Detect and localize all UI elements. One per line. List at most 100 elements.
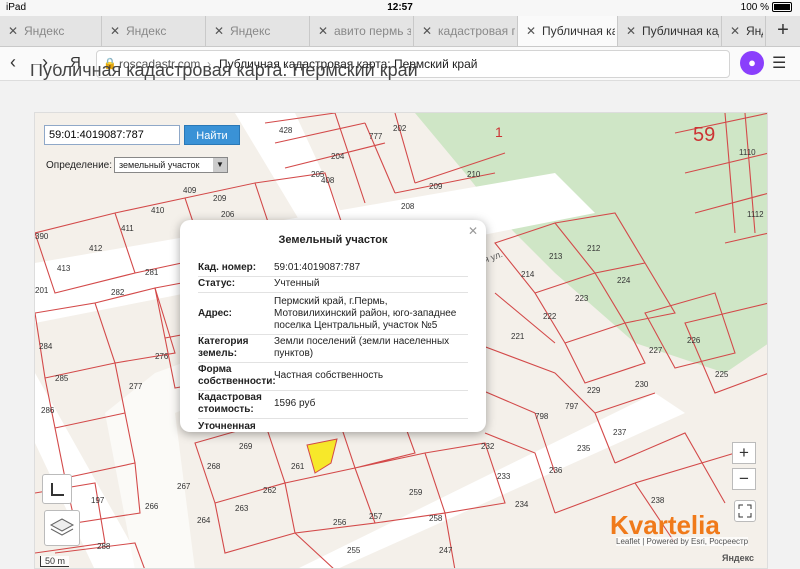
parcel-label: 236 [549,466,563,475]
parcel-label: 276 [155,352,169,361]
parcel-label: 266 [145,502,159,511]
info-row: Форма собственности: Частная собственност… [198,364,468,391]
info-value: Земли поселений (земли населенных пункто… [274,336,450,359]
microphone-icon[interactable]: ● [740,51,764,75]
back-button[interactable]: ‹ [10,52,16,73]
tab[interactable]: ✕ Яндекс [206,16,310,46]
parcel-label: 288 [97,542,111,551]
info-key: Форма собственности: [198,364,276,387]
definition-select[interactable]: земельный участок ▼ [114,157,228,173]
info-row: Кадастровая стоимость: 1596 руб [198,392,468,419]
parcel-label: 390 [35,232,49,241]
close-icon[interactable]: ✕ [526,24,536,38]
parcel-label: 213 [549,252,563,261]
tab-active[interactable]: ✕ Публичная када [518,16,618,46]
parcel-label: 277 [129,382,143,391]
layers-icon [49,518,75,536]
tab[interactable]: ✕ Янд [722,16,766,46]
layers-button[interactable] [44,510,80,546]
tab[interactable]: ✕ авито пермь зе [310,16,414,46]
info-value: 1596 руб [274,398,316,409]
info-key: Категория земель: [198,336,249,359]
status-bar: iPad 12:57 100 % [0,0,800,16]
close-icon[interactable]: ✕ [110,24,120,38]
parcel-label: 227 [649,346,663,355]
parcel-label: 409 [183,186,197,195]
parcel-label: 206 [221,210,235,219]
info-key: Адрес: [198,308,232,319]
find-button[interactable]: Найти [184,125,240,145]
tab-label: авито пермь зе [334,24,411,38]
selected-parcel [306,438,338,474]
zoom-in-button[interactable]: + [732,442,756,464]
ruler-icon [51,483,64,496]
parcel-label: 261 [291,462,305,471]
parcel-label: 258 [429,514,443,523]
info-key: Кад. номер: [198,262,257,273]
clock: 12:57 [387,2,413,13]
parcel-label: 263 [235,504,249,513]
parcel-label: 410 [151,206,165,215]
parcel-label: 235 [577,444,591,453]
tab[interactable]: ✕ Яндекс [0,16,102,46]
close-icon[interactable]: ✕ [730,24,740,38]
close-icon[interactable]: ✕ [318,24,328,38]
info-value: Учтенный [274,278,320,289]
parcel-label: 222 [543,312,557,321]
info-value: Пермский край, г.Пермь, Мотовилихинский … [274,296,457,331]
fullscreen-button[interactable] [734,500,756,522]
parcel-label: 797 [565,402,579,411]
close-icon[interactable]: ✕ [8,24,18,38]
parcel-label: 201 [35,286,49,295]
close-icon[interactable]: ✕ [626,24,636,38]
battery-percent: 100 % [740,2,769,13]
parcel-label: 777 [369,132,383,141]
tab[interactable]: ✕ Публичная кадас [618,16,722,46]
cadastral-number-input[interactable] [44,125,180,145]
measure-tool-button[interactable] [42,474,72,504]
parcel-label: 208 [401,202,415,211]
battery-indicator: 100 % [741,2,792,13]
new-tab-button[interactable]: + [766,16,800,46]
parcel-label: 234 [515,500,529,509]
parcel-label: 282 [111,288,125,297]
menu-icon[interactable]: ☰ [772,53,786,73]
parcel-label: 232 [481,442,495,451]
parcel-label: 238 [651,496,665,505]
parcel-label: 411 [121,224,134,233]
tab-label: Янд [746,24,763,38]
parcel-label: 230 [635,380,649,389]
definition-select-value: земельный участок [119,160,200,170]
info-row: Категория земель: Земли поселений (земли … [198,336,468,363]
parcel-label: 225 [715,370,729,379]
battery-icon [772,2,792,13]
tab-label: Публичная када [542,24,615,38]
zoom-out-button[interactable]: − [732,468,756,490]
parcel-label: 209 [213,194,227,203]
close-icon[interactable]: ✕ [422,24,432,38]
parcel-label: 221 [511,332,525,341]
region-label: 59 [693,124,715,146]
tab[interactable]: ✕ кадастровая п [414,16,518,46]
parcel-label: 408 [321,176,335,185]
parcel-label: 214 [521,270,535,279]
close-icon[interactable]: ✕ [214,24,224,38]
parcel-label: 1112 [747,210,764,219]
parcel-label: 269 [239,442,253,451]
parcel-label: 262 [263,486,277,495]
region-label: 1 [495,124,503,140]
parcel-label: 264 [197,516,211,525]
tab-bar: ✕ Яндекс ✕ Яндекс ✕ Яндекс ✕ авито пермь зе … [0,16,800,47]
parcel-label: 210 [467,170,481,179]
parcel-label: 268 [207,462,221,471]
parcel-label: 412 [89,244,103,253]
parcel-label: 413 [57,264,71,273]
parcel-label: 267 [177,482,191,491]
definition-row: Определение: земельный участок ▼ [46,157,228,173]
tab[interactable]: ✕ Яндекс [102,16,206,46]
tab-label: кадастровая п [438,24,515,38]
parcel-info-popup: ✕ Земельный участок Кад. номер: 59:01:401… [180,220,486,432]
map-attribution[interactable]: Leaflet | Powered by Esri, Росреестр [616,537,749,546]
tab-label: Публичная кадас [642,24,719,38]
info-row: Статус: Учтенный [198,278,468,293]
